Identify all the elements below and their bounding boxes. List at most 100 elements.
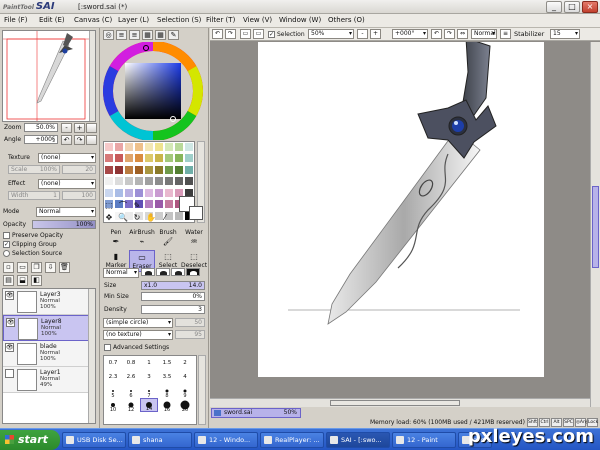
preserve-opacity-checkbox[interactable]: Preserve Opacity [3,232,63,239]
zoom-icon[interactable]: 🔍 [117,212,129,223]
color-swatch[interactable] [144,164,154,175]
brush-shape-dropdown[interactable]: (simple circle) [103,318,173,328]
undo-icon[interactable]: ↶ [212,29,223,39]
rotate-right-button[interactable]: ↷ [74,135,85,145]
color-swatch[interactable] [114,176,124,187]
menu-others[interactable]: Others (O) [328,16,365,24]
palette-tab[interactable]: ▦ [142,30,153,40]
menu-layer[interactable]: Layer (L) [118,16,149,24]
mask-icon[interactable]: ◧ [31,275,42,286]
zoom-reset-button[interactable] [86,123,97,133]
brush-size-preset[interactable]: 0.8 [122,356,140,370]
advanced-settings-checkbox[interactable]: Advanced Settings [104,344,169,351]
brush-size-preset[interactable]: 9 [176,384,194,399]
clipping-group-checkbox[interactable]: ✓ Clipping Group [3,241,57,248]
deselect-icon[interactable]: ▭ [240,29,251,39]
rgb-slider-tab[interactable]: ≡ [116,30,127,40]
canvas-blend-dropdown[interactable]: Normal [471,29,497,39]
minimize-button[interactable]: _ [546,1,562,13]
menu-file[interactable]: File (F) [4,16,27,24]
brush-size-preset[interactable]: 5 [104,384,122,399]
stabilizer-dropdown[interactable]: 15 [550,29,580,39]
color-swatch[interactable] [174,164,184,175]
brush-size-preset[interactable]: 6 [122,384,140,399]
navigator-scrollbar[interactable] [89,31,95,121]
visibility-eye-icon[interactable] [5,369,14,378]
brush-airbrush[interactable]: AirBrush ⌁ [129,228,155,250]
color-swatch[interactable] [164,176,174,187]
navigator[interactable] [2,30,96,122]
rotate-left-button[interactable]: ↶ [61,135,72,145]
color-swatch[interactable] [104,153,114,164]
min-size-slider[interactable]: 0% [141,292,205,301]
menu-window[interactable]: Window (W) [279,16,321,24]
taskbar-usb-disk[interactable]: USB Disk Se... [62,432,126,448]
horizontal-scroll-thumb[interactable] [330,400,460,406]
color-swatch[interactable] [174,210,184,221]
rotate-cw-icon[interactable]: ↷ [444,29,455,39]
brush-blend-dropdown[interactable]: Normal [103,268,139,278]
color-swatch[interactable] [174,142,184,152]
color-swatch[interactable] [164,153,174,164]
color-swatch[interactable] [134,153,144,164]
color-swatch[interactable] [144,153,154,164]
size-slider[interactable]: x1.0 14.0 [141,281,205,290]
color-swatch[interactable] [184,164,194,175]
color-swatch[interactable] [154,142,164,152]
brush-size-preset[interactable]: 14 [140,398,158,412]
menu-edit[interactable]: Edit (E) [39,16,65,24]
color-swatch[interactable] [144,176,154,187]
layer-list-scrollbar[interactable] [88,289,95,423]
vertical-scroll-thumb[interactable] [592,186,599,268]
brush-size-preset[interactable]: 2.3 [104,370,122,384]
color-swatch[interactable] [164,164,174,175]
color-swatch[interactable] [104,142,114,152]
shape-flat-icon[interactable] [171,268,185,276]
color-wheel-tab[interactable]: ◎ [103,30,114,40]
taskbar-paint[interactable]: 12 - Paint [392,432,456,448]
brush-size-preset[interactable]: 1 [140,356,158,370]
lasso-icon[interactable]: ⌒ [117,200,129,211]
brush-size-preset[interactable]: 0.7 [104,356,122,370]
color-wheel[interactable] [103,42,207,140]
new-folder-icon[interactable]: ▭ [17,262,28,273]
delete-layer-icon[interactable]: 🗑 [59,262,70,273]
brush-size-preset[interactable]: 3 [140,370,158,384]
color-swatch[interactable] [184,153,194,164]
menu-canvas[interactable]: Canvas (C) [74,16,112,24]
taskbar-shana[interactable]: shana [128,432,192,448]
opacity-slider[interactable]: 100% [32,220,96,229]
hsv-slider-tab[interactable]: ≡ [129,30,140,40]
brush-size-preset[interactable]: 16 [158,398,176,413]
color-swatch[interactable] [124,153,134,164]
redo-icon[interactable]: ↷ [225,29,236,39]
color-swatch[interactable] [134,187,144,198]
rotate-icon[interactable]: ↻ [131,212,143,223]
show-selection-checkbox[interactable]: ✓ Selection [268,31,305,38]
brush-water[interactable]: Water ♒ [181,228,207,250]
rotate-reset-button[interactable] [86,135,97,145]
color-swatch[interactable] [154,176,164,187]
brush-size-preset[interactable]: 1.5 [158,356,176,370]
color-swatch[interactable] [134,142,144,152]
brush-size-preset[interactable]: 10 [104,398,122,413]
texture-dropdown[interactable]: (none) [38,153,96,163]
color-swatch[interactable] [164,142,174,152]
visibility-eye-icon[interactable]: 👁 [5,343,14,352]
scratchpad-tab[interactable]: ✎ [168,30,179,40]
visibility-eye-icon[interactable]: 👁 [6,318,15,327]
swatches-tab[interactable]: ▦ [155,30,166,40]
selection-source-radio[interactable]: Selection Source [3,250,62,257]
color-swatch[interactable] [164,187,174,198]
canvas-angle-dropdown[interactable]: +000° [392,29,428,39]
magic-wand-icon[interactable]: ✎ [131,200,143,211]
brush-size-preset[interactable]: 2 [176,356,194,370]
color-swatch[interactable] [124,142,134,152]
menu-view[interactable]: View (V) [243,16,272,24]
layer-item-blade[interactable]: 👁 blade Normal 100% [3,341,89,367]
color-swatch[interactable] [154,164,164,175]
taskbar-realplayer[interactable]: RealPlayer: ... [260,432,324,448]
color-swatch[interactable] [104,164,114,175]
drawing-canvas[interactable] [258,37,544,377]
layer-item-layer3[interactable]: 👁 Layer3 Normal 100% [3,289,89,315]
